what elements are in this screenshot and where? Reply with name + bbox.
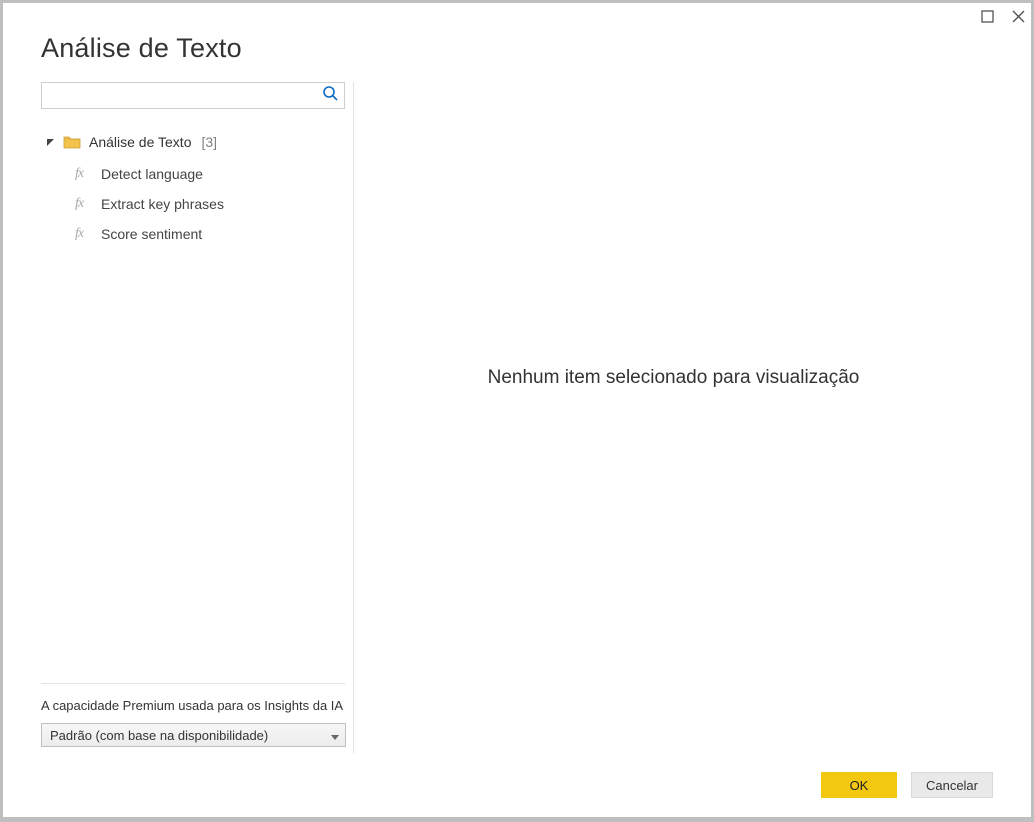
capacity-selected-value: Padrão (com base na disponibilidade) bbox=[50, 728, 268, 743]
close-button[interactable] bbox=[1012, 10, 1025, 23]
maximize-button[interactable] bbox=[981, 10, 994, 23]
dialog-body: Análise de Texto [3] fx Detect language … bbox=[3, 82, 1031, 753]
dialog-window: Análise de Texto bbox=[2, 2, 1032, 818]
tree-parent-label: Análise de Texto bbox=[89, 134, 191, 150]
fx-icon: fx bbox=[75, 166, 91, 182]
fx-icon: fx bbox=[75, 196, 91, 212]
close-icon bbox=[1012, 10, 1025, 23]
capacity-label: A capacidade Premium usada para os Insig… bbox=[41, 698, 345, 713]
tree-item-label: Score sentiment bbox=[101, 226, 202, 242]
dialog-title: Análise de Texto bbox=[41, 33, 1031, 64]
tree-item-extract-key-phrases[interactable]: fx Extract key phrases bbox=[69, 189, 345, 219]
search-icon[interactable] bbox=[322, 85, 339, 107]
tree-children: fx Detect language fx Extract key phrase… bbox=[69, 159, 345, 249]
tree-item-label: Extract key phrases bbox=[101, 196, 224, 212]
capacity-section: A capacidade Premium usada para os Insig… bbox=[41, 683, 345, 753]
left-pane: Análise de Texto [3] fx Detect language … bbox=[41, 82, 354, 753]
maximize-icon bbox=[981, 10, 994, 23]
dialog-footer: OK Cancelar bbox=[3, 753, 1031, 817]
preview-pane: Nenhum item selecionado para visualizaçã… bbox=[354, 82, 993, 753]
tree-parent-text-analytics[interactable]: Análise de Texto [3] bbox=[41, 127, 345, 157]
cancel-button[interactable]: Cancelar bbox=[911, 772, 993, 798]
titlebar bbox=[3, 3, 1031, 29]
tree-parent-count: [3] bbox=[201, 134, 217, 150]
capacity-select[interactable]: Padrão (com base na disponibilidade) bbox=[41, 723, 346, 747]
chevron-down-icon bbox=[45, 137, 55, 147]
tree-item-label: Detect language bbox=[101, 166, 203, 182]
fx-icon: fx bbox=[75, 226, 91, 242]
tree-item-detect-language[interactable]: fx Detect language bbox=[69, 159, 345, 189]
search-wrap bbox=[41, 82, 345, 109]
ok-button[interactable]: OK bbox=[821, 772, 897, 798]
folder-icon bbox=[63, 135, 81, 149]
tree-item-score-sentiment[interactable]: fx Score sentiment bbox=[69, 219, 345, 249]
empty-preview-message: Nenhum item selecionado para visualizaçã… bbox=[488, 367, 860, 389]
search-input[interactable] bbox=[41, 82, 345, 109]
chevron-down-icon bbox=[331, 728, 339, 743]
function-tree: Análise de Texto [3] fx Detect language … bbox=[41, 127, 345, 683]
